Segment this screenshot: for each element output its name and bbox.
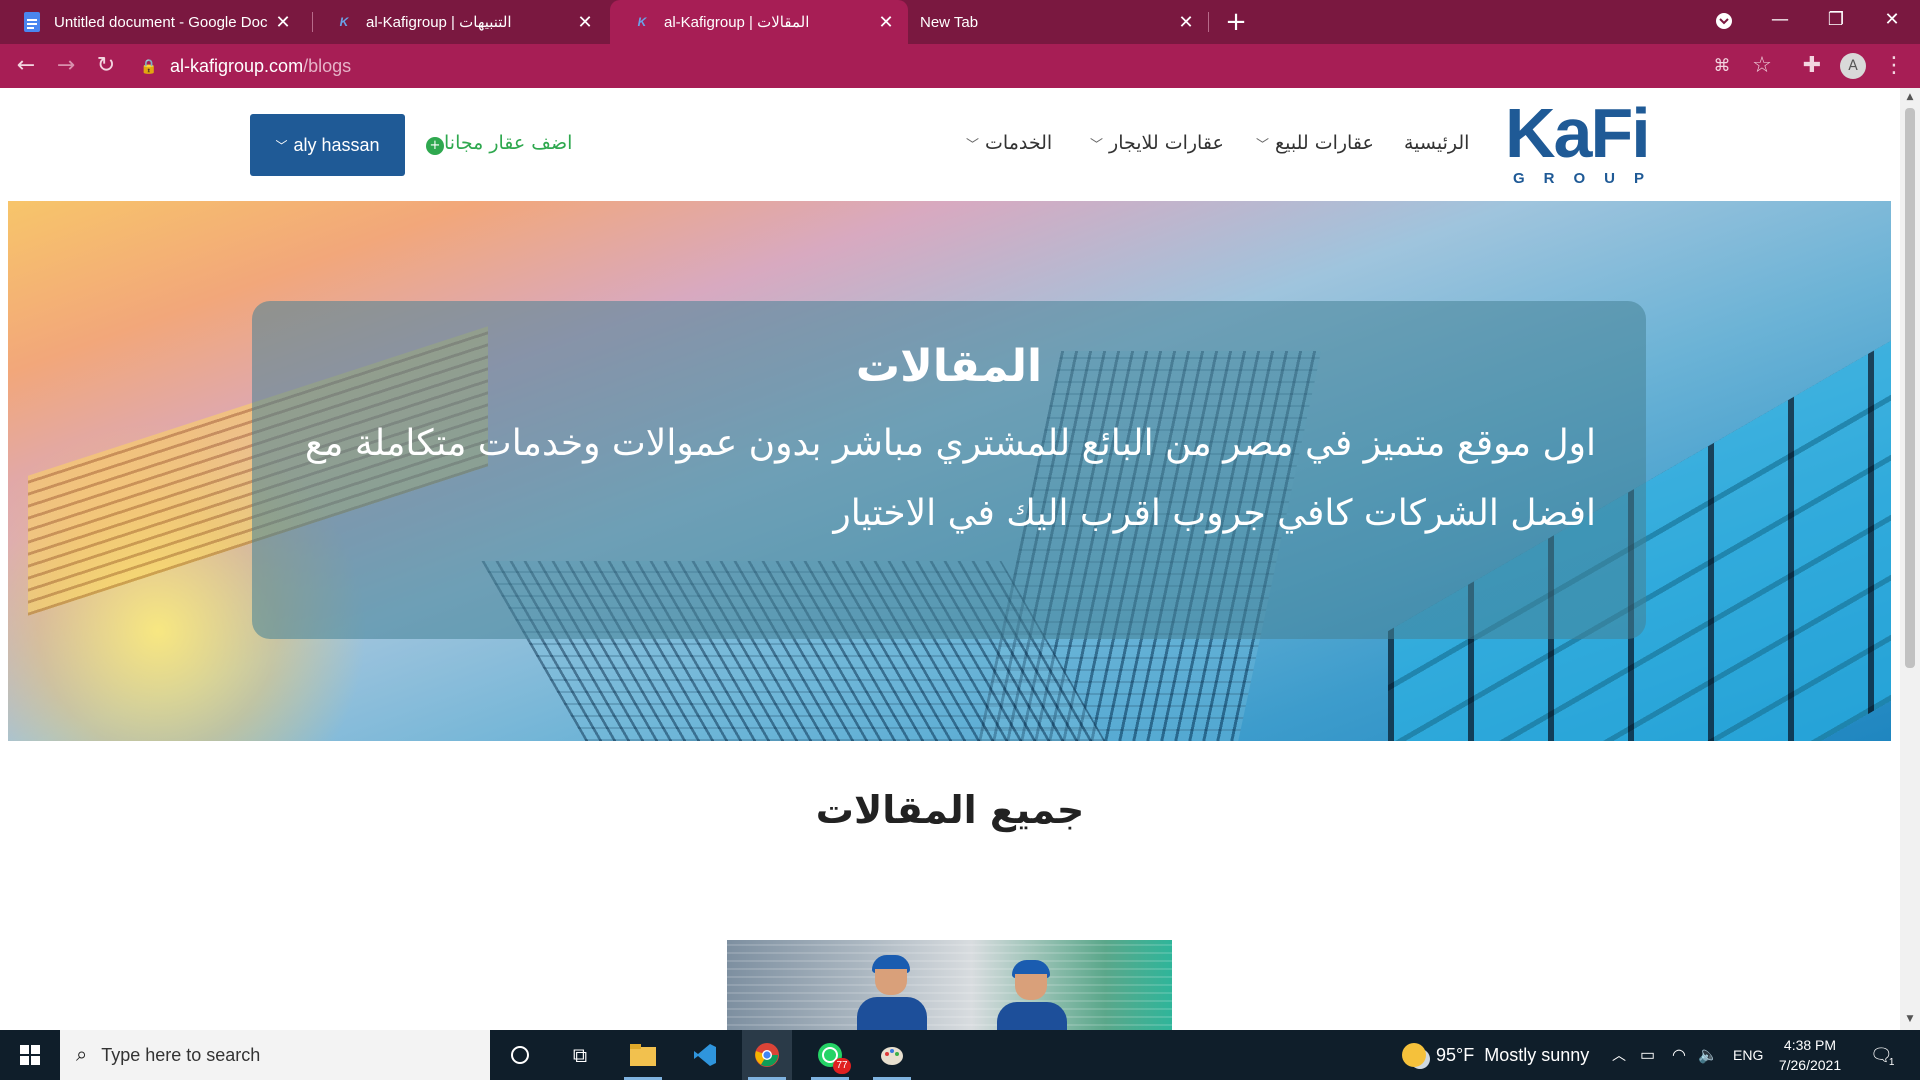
search-placeholder: Type here to search [101,1044,261,1065]
thumbnail-worker [857,955,927,1030]
tab-divider [1208,12,1209,32]
profile-avatar[interactable]: A [1840,53,1866,79]
language-indicator[interactable]: ENG [1733,1030,1763,1080]
restore-icon[interactable]: ❐ [1808,0,1864,44]
scroll-up-arrow-icon[interactable]: ▲ [1905,92,1915,102]
windows-taskbar: ⌕ Type here to search ⧉ 77 95°F Mostly s… [0,1030,1920,1080]
start-button[interactable] [0,1030,60,1080]
blog-post-thumbnail[interactable] [727,940,1172,1030]
nav-for-rent[interactable]: عقارات للايجار ﹀ [1090,132,1224,154]
kafi-favicon-icon: K [339,15,349,29]
weather-temp: 95°F [1436,1044,1475,1065]
nav-services-label: الخدمات [985,132,1053,154]
weather-widget[interactable]: 95°F Mostly sunny [1402,1030,1589,1080]
site-header: KaFi GROUP الرئيسية عقارات للبيع ﹀ عقارات… [0,88,1900,200]
system-clock[interactable]: 4:38 PM 7/26/2021 [1760,1035,1860,1075]
clock-date: 7/26/2021 [1778,1057,1842,1073]
extensions-puzzle-icon[interactable]: ✚ [1796,50,1828,82]
weather-desc: Mostly sunny [1484,1044,1590,1065]
chevron-down-icon: ﹀ [1256,138,1270,153]
paint-icon[interactable] [867,1030,917,1080]
minimize-icon[interactable]: — [1752,0,1808,44]
page-scrollbar[interactable]: ▲ ▼ [1900,88,1920,1030]
chrome-icon[interactable] [742,1030,792,1080]
tab-search-icon[interactable] [1696,0,1752,44]
scroll-down-arrow-icon[interactable]: ▼ [1905,1014,1915,1024]
user-name: aly hassan [293,134,380,155]
browser-tab-strip: Untitled document - Google Doc ✕ K al-Ka… [0,0,1920,44]
whatsapp-unread-badge: 77 [833,1058,851,1074]
browser-toolbar: ← → ↻ 🔒 al-kafigroup.com/blogs ⌘ ☆ ✚ A ⋮ [0,44,1920,88]
close-tab-icon[interactable]: ✕ [1176,12,1196,33]
scroll-thumb[interactable] [1905,108,1915,668]
tab-alerts[interactable]: K al-Kafigroup | التنبيهات ✕ [312,0,607,44]
section-title: جميع المقالات [815,788,1085,832]
forward-arrow-icon[interactable]: → [50,50,82,82]
volume-icon[interactable]: 🔈 [1698,1030,1718,1080]
nav-home[interactable]: الرئيسية [1404,132,1469,154]
nav-for-sale-label: عقارات للبيع [1275,132,1374,154]
site-logo[interactable]: KaFi GROUP [1505,94,1651,193]
close-window-icon[interactable]: ✕ [1864,0,1920,44]
chevron-down-icon: ﹀ [275,138,288,153]
back-arrow-icon[interactable]: ← [10,50,42,82]
lock-icon: 🔒 [140,57,158,74]
hero-description: اول موقع متميز في مصر من البائع للمشتري … [304,423,1596,534]
wifi-icon[interactable]: ◠ [1672,1030,1686,1080]
show-hidden-icons-chevron-icon[interactable]: ︿ [1612,1030,1626,1080]
hero-text-box: المقالات اول موقع متميز في مصر من البائع… [252,301,1646,639]
windows-logo-icon [20,1045,40,1065]
tab-title: al-Kafigroup | المقالات [664,14,810,31]
file-explorer-icon[interactable] [618,1030,668,1080]
tab-new-tab[interactable]: New Tab ✕ [908,0,1208,44]
task-view-icon[interactable]: ⧉ [555,1030,605,1080]
add-property-label: اضف عقار مجانا [444,132,573,154]
nav-for-sale[interactable]: عقارات للبيع ﹀ [1256,132,1374,154]
translate-icon[interactable]: ⌘ [1706,50,1738,82]
taskbar-search-box[interactable]: ⌕ Type here to search [60,1030,490,1080]
notification-count: 1 [1888,1056,1895,1068]
reload-icon[interactable]: ↻ [90,50,122,82]
close-tab-icon[interactable]: ✕ [876,12,896,33]
url-host: al-kafigroup.com [170,55,304,76]
chevron-down-icon: ﹀ [1090,138,1104,153]
nav-home-label: الرئيسية [1404,132,1470,154]
search-icon: ⌕ [76,1043,88,1066]
cortana-circle-icon[interactable] [495,1030,545,1080]
address-bar[interactable]: 🔒 al-kafigroup.com/blogs [140,50,1700,82]
partly-sunny-icon [1402,1043,1426,1067]
google-docs-icon [22,12,42,32]
chevron-down-icon: ﹀ [966,138,980,153]
url-path: /blogs [303,55,352,76]
logo-subtitle: GROUP [1513,170,1664,187]
user-menu-button[interactable]: ﹀ aly hassan [250,114,405,176]
nav-services[interactable]: الخدمات ﹀ [966,132,1052,154]
kafi-favicon-icon: K [637,15,647,29]
clock-time: 4:38 PM [1783,1037,1837,1053]
vscode-icon[interactable] [680,1030,730,1080]
browser-menu-icon[interactable]: ⋮ [1878,50,1910,82]
bookmark-star-icon[interactable]: ☆ [1746,50,1778,82]
thumbnail-texture [727,940,1172,1030]
tab-title: al-Kafigroup | التنبيهات [366,14,512,31]
web-page: KaFi GROUP الرئيسية عقارات للبيع ﹀ عقارات… [0,88,1900,1030]
close-tab-icon[interactable]: ✕ [575,12,595,33]
add-plus-icon: + [426,137,444,155]
close-tab-icon[interactable]: ✕ [273,12,293,33]
hero-title: المقالات [855,341,1043,392]
tab-google-docs[interactable]: Untitled document - Google Doc ✕ [0,0,305,44]
notification-center-icon[interactable]: 🗨 1 [1870,1030,1894,1080]
whatsapp-icon[interactable]: 77 [805,1030,855,1080]
tab-title: Untitled document - Google Doc [54,13,268,31]
tab-title: New Tab [920,13,979,31]
thumbnail-worker [997,960,1067,1030]
logo-wordmark: KaFi [1505,94,1651,172]
battery-icon[interactable]: ▭ [1640,1030,1655,1080]
add-property-link[interactable]: اضف عقار مجانا+ [420,132,572,155]
tab-blogs-active[interactable]: K al-Kafigroup | المقالات ✕ [610,0,908,44]
new-tab-plus-icon[interactable]: + [1220,6,1252,38]
nav-for-rent-label: عقارات للايجار [1109,132,1224,154]
